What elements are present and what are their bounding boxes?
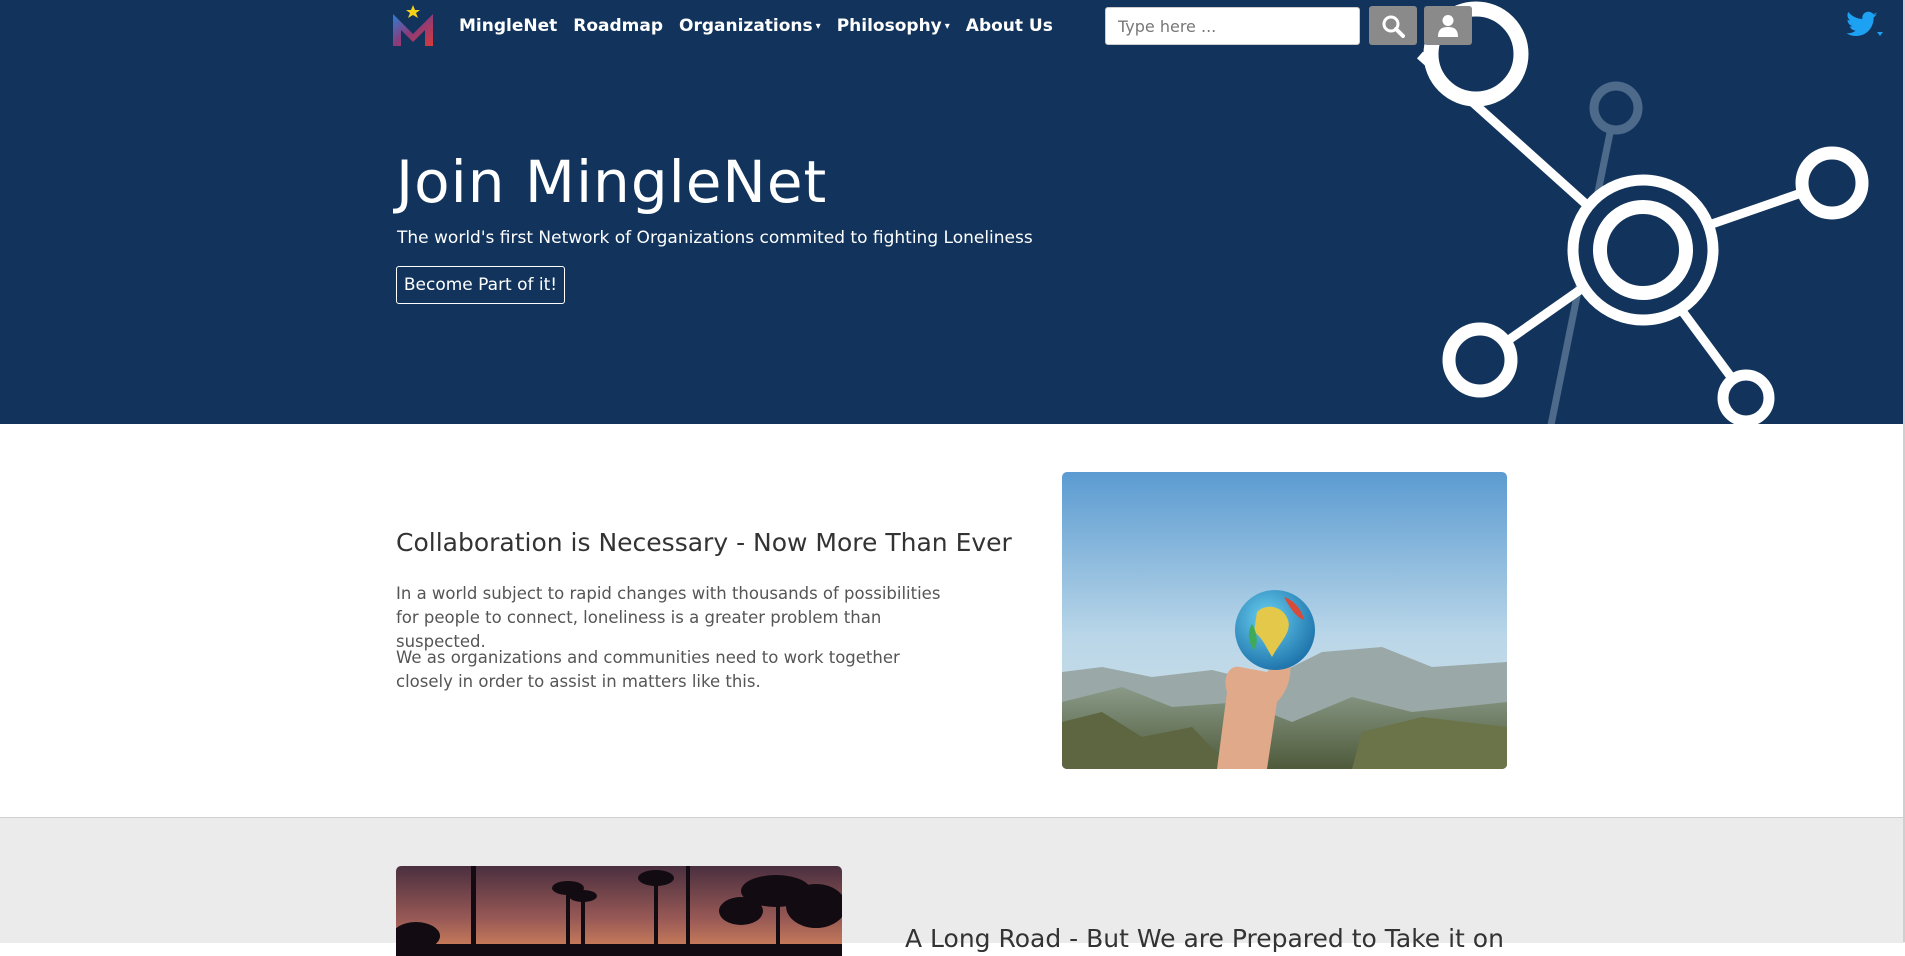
nav-organizations-dropdown[interactable]: Organizations ▾	[679, 16, 821, 36]
search-input[interactable]	[1105, 7, 1360, 45]
twitter-icon[interactable]	[1843, 10, 1883, 40]
chevron-down-icon: ▾	[944, 21, 950, 32]
globe-in-hand-photo	[1062, 472, 1507, 769]
search-icon	[1382, 15, 1405, 38]
palm-trees-sunset-photo	[396, 866, 842, 956]
chevron-down-icon: ▾	[815, 21, 821, 32]
hero-banner: MingleNet Roadmap Organizations ▾ Philoso…	[0, 0, 1905, 424]
nav-brand-link[interactable]: MingleNet	[459, 16, 557, 36]
nav-about-link[interactable]: About Us	[966, 16, 1053, 36]
hero-subtitle: The world's first Network of Organizatio…	[397, 228, 1033, 248]
collaboration-paragraph: In a world subject to rapid changes with…	[396, 584, 941, 651]
main-nav: MingleNet Roadmap Organizations ▾ Philoso…	[459, 15, 1069, 37]
search-button[interactable]	[1369, 6, 1417, 45]
collaboration-section: Collaboration is Necessary - Now More Th…	[0, 424, 1905, 817]
hero-title: Join MingleNet	[396, 148, 828, 216]
network-graphic	[1416, 1, 1869, 424]
nav-organizations-label: Organizations	[679, 16, 813, 36]
nav-philosophy-dropdown[interactable]: Philosophy ▾	[837, 16, 950, 36]
collaboration-paragraph: We as organizations and communities need…	[396, 648, 900, 691]
user-account-button[interactable]	[1424, 6, 1472, 45]
user-icon	[1438, 14, 1458, 37]
become-part-button[interactable]: Become Part of it!	[396, 266, 565, 304]
long-road-heading: A Long Road - But We are Prepared to Tak…	[905, 924, 1504, 953]
minglenet-logo[interactable]	[390, 4, 436, 50]
nav-philosophy-label: Philosophy	[836, 16, 942, 36]
collaboration-heading: Collaboration is Necessary - Now More Th…	[396, 528, 1012, 557]
nav-roadmap-link[interactable]: Roadmap	[573, 16, 663, 36]
nav-roadmap-label: Roadmap	[573, 16, 664, 36]
long-road-section: A Long Road - But We are Prepared to Tak…	[0, 817, 1905, 956]
nav-about-label: About Us	[965, 16, 1053, 36]
